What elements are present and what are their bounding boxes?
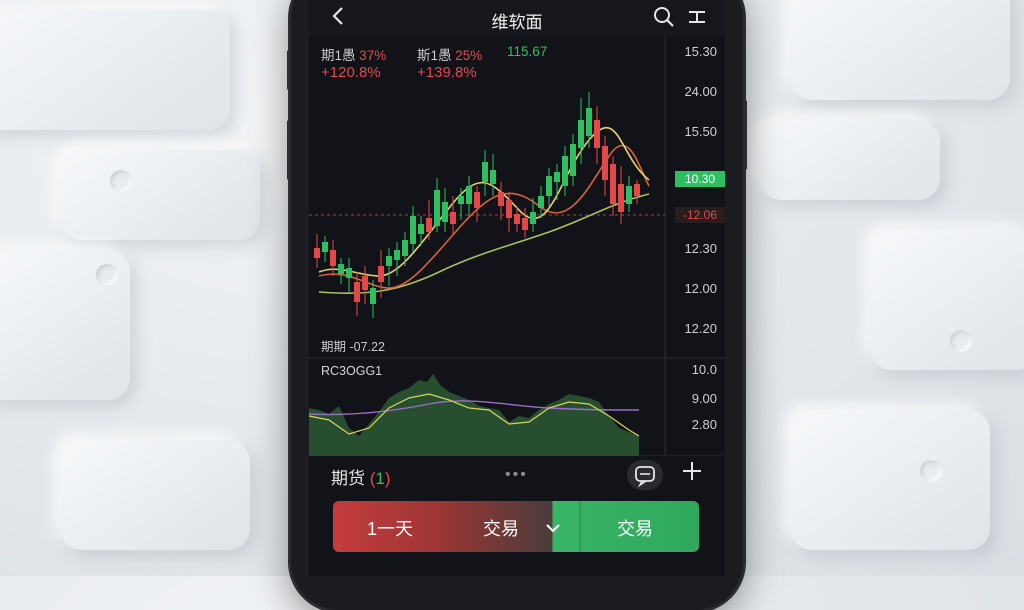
ma-slow-line — [318, 193, 650, 295]
candle-body — [570, 144, 576, 176]
bg-dot — [96, 264, 118, 286]
indicator-axis-label: 10.0 — [691, 362, 717, 377]
candlestick-chart[interactable] — [309, 36, 725, 456]
menu-icon[interactable] — [687, 8, 707, 31]
bg-dot — [920, 460, 942, 482]
pnl-text: 期期 -07.22 — [321, 340, 385, 354]
bottom-bar: 期货 (1) ••• — [309, 456, 725, 496]
price-axis-label: 12.20 — [684, 321, 717, 336]
price-axis-label: 12.30 — [684, 241, 717, 256]
bg-block — [60, 150, 260, 240]
candle-body — [338, 264, 344, 274]
search-icon[interactable] — [653, 6, 675, 33]
trade-button[interactable]: 交易 — [617, 515, 653, 541]
candle-body — [618, 184, 624, 212]
divider — [579, 501, 581, 552]
candle-body — [362, 276, 368, 290]
candle-body — [434, 190, 440, 226]
chevron-down-icon[interactable] — [545, 518, 561, 539]
phone-side-button — [743, 100, 747, 170]
candle-body — [586, 108, 592, 136]
futures-count: 1 — [375, 469, 385, 488]
candle-body — [314, 248, 320, 258]
candle-body — [418, 224, 424, 234]
futures-tab[interactable]: 期货 (1) — [331, 464, 391, 489]
candle-body — [354, 282, 360, 302]
trade-bar: 1一天 交易 交易 — [333, 501, 699, 552]
candle-body — [378, 266, 384, 282]
candles-group — [314, 92, 640, 318]
indicator-name: RC3OGG1 — [321, 364, 383, 378]
price-axis-label: 15.30 — [684, 44, 717, 59]
candle-body — [482, 162, 488, 182]
candle-body — [474, 192, 480, 208]
candle-body — [322, 242, 328, 252]
bg-block — [790, 410, 990, 550]
bg-dot — [950, 330, 972, 352]
candle-body — [610, 164, 616, 204]
candle-body — [458, 196, 464, 204]
plus-icon[interactable] — [681, 460, 703, 489]
candle-body — [634, 184, 640, 196]
candle-body — [538, 196, 544, 208]
candle-body — [410, 216, 416, 244]
phone-side-button — [287, 50, 291, 90]
price-axis-label: 24.00 — [684, 84, 717, 99]
trade-mode-selector[interactable]: 交易 — [483, 515, 519, 541]
price-axis-label: 15.50 — [684, 124, 717, 139]
candle-body — [466, 186, 472, 204]
candle-body — [498, 192, 504, 206]
candle-body — [394, 250, 400, 260]
candle-body — [490, 170, 496, 184]
price-axis-label: 12.00 — [684, 281, 717, 296]
bg-block — [60, 440, 250, 550]
candle-body — [626, 186, 632, 204]
candle-body — [578, 120, 584, 148]
futures-label: 期货 — [331, 469, 365, 488]
candle-body — [370, 288, 376, 304]
paren-close: ) — [384, 469, 391, 488]
indicator-axis-label: 2.80 — [691, 417, 717, 432]
candle-body — [594, 120, 600, 148]
period-selector[interactable]: 1一天 — [367, 515, 413, 541]
candle-body — [386, 256, 392, 266]
bg-block — [0, 10, 230, 130]
candle-body — [402, 240, 408, 256]
current-price-tag: 10.30 — [675, 171, 725, 187]
bg-dot — [110, 170, 132, 192]
phone-side-button — [287, 120, 291, 180]
candle-body — [562, 156, 568, 186]
candle-body — [602, 146, 608, 180]
candle-body — [522, 218, 528, 230]
candle-body — [554, 172, 560, 182]
bg-block — [760, 120, 940, 200]
indicator-axis-label: 9.00 — [691, 391, 717, 406]
chat-bubble-icon[interactable] — [627, 460, 663, 490]
candle-body — [442, 202, 448, 222]
indicator-area — [309, 374, 639, 456]
bg-block — [790, 0, 1010, 100]
app-screen: 维软面 期1愚 37% 斯1愚 25% 115.67 +120.8% +139.… — [309, 0, 725, 576]
candle-body — [450, 212, 456, 224]
top-bar: 维软面 — [309, 0, 725, 36]
candle-body — [506, 200, 512, 218]
reference-price-tag: -12.06 — [675, 207, 725, 223]
candle-body — [514, 214, 520, 224]
more-dots[interactable]: ••• — [505, 466, 528, 484]
candle-body — [530, 212, 536, 224]
bg-block — [870, 230, 1024, 370]
candle-body — [346, 268, 352, 278]
candle-body — [426, 218, 432, 232]
phone-frame: 维软面 期1愚 37% 斯1愚 25% 115.67 +120.8% +139.… — [287, 0, 747, 610]
candle-body — [330, 250, 336, 266]
candle-body — [546, 176, 552, 196]
